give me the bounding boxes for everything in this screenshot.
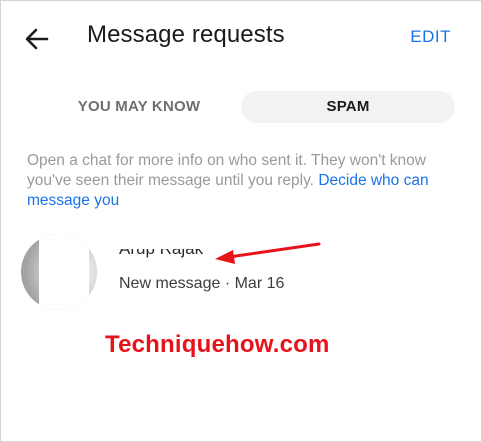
watermark-text: Techniquehow.com (105, 331, 330, 358)
info-text: Open a chat for more info on who sent it… (27, 151, 467, 211)
top-bar: Message requests EDIT (1, 1, 481, 73)
page-title: Message requests (87, 21, 285, 48)
avatar-blur-strip (39, 234, 89, 310)
tab-you-may-know[interactable]: YOU MAY KNOW (39, 91, 239, 123)
tab-spam[interactable]: SPAM (241, 91, 455, 123)
red-arrow-annotation-icon (215, 242, 321, 264)
screen-frame: Message requests EDIT YOU MAY KNOW SPAM … (0, 0, 482, 442)
edit-button[interactable]: EDIT (410, 27, 451, 47)
request-subtitle: New message · Mar 16 (119, 275, 285, 292)
request-sender-name: Arup Rajak (119, 249, 203, 260)
request-tabs: YOU MAY KNOW SPAM (39, 91, 455, 123)
sender-name-text: Arup Rajak (119, 249, 203, 258)
avatar (21, 234, 97, 310)
back-arrow-icon[interactable] (23, 25, 51, 53)
